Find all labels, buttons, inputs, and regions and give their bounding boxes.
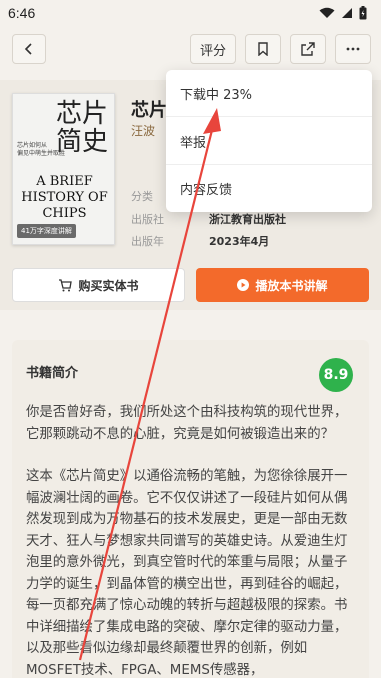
cover-en-title-2: HISTORY OF bbox=[21, 190, 108, 205]
more-dots-icon bbox=[346, 47, 360, 51]
buy-label: 购买实体书 bbox=[78, 278, 139, 293]
more-dropdown-menu: 下载中 23% 举报 内容反馈 bbox=[166, 70, 372, 212]
play-label: 播放本书讲解 bbox=[255, 278, 328, 293]
bookmark-button[interactable] bbox=[245, 34, 281, 64]
rate-button[interactable]: 评分 bbox=[190, 34, 236, 64]
play-icon bbox=[237, 279, 250, 291]
book-summary-card: 书籍简介 8.9 你是否曾好奇，我们所处这个由科技构筑的现代世界，它那颗跳动不息… bbox=[12, 340, 369, 678]
menu-item-feedback[interactable]: 内容反馈 bbox=[180, 179, 232, 198]
cover-cn-title-line1: 芯片 bbox=[55, 99, 108, 129]
top-toolbar: 评分 bbox=[0, 34, 381, 68]
back-button[interactable] bbox=[12, 34, 46, 64]
play-explanation-button[interactable]: 播放本书讲解 bbox=[196, 268, 369, 302]
cover-en-title-3: CHIPS bbox=[42, 206, 87, 221]
cover-cn-subtitle-2: 偏见中萌生并取胜 bbox=[17, 150, 66, 157]
cover-badge: 41万字深度讲解 bbox=[17, 224, 76, 238]
book-title: 芯片 bbox=[131, 100, 167, 121]
meta-row-year: 出版年 2023年4月 bbox=[131, 233, 269, 249]
meta-row-publisher: 出版社 浙江教育出版社 bbox=[131, 211, 286, 227]
status-bar: 6:46 bbox=[0, 0, 381, 26]
book-cover[interactable]: 芯片 简史 芯片如何从 偏见中萌生并取胜 A BRIEF HISTORY OF … bbox=[12, 93, 115, 245]
meta-key: 出版年 bbox=[131, 235, 164, 248]
menu-divider bbox=[166, 116, 372, 117]
status-icons bbox=[319, 6, 367, 20]
wifi-icon bbox=[319, 7, 335, 18]
share-icon bbox=[301, 42, 315, 56]
cover-en-title-1: A BRIEF bbox=[36, 174, 93, 189]
chevron-left-icon bbox=[24, 43, 32, 55]
more-button[interactable] bbox=[335, 34, 371, 64]
menu-item-report[interactable]: 举报 bbox=[180, 132, 206, 151]
menu-divider bbox=[166, 164, 372, 165]
battery-icon bbox=[359, 6, 367, 20]
cover-en-title: A BRIEF HISTORY OF CHIPS bbox=[15, 174, 114, 222]
summary-title: 书籍简介 bbox=[26, 366, 79, 381]
cover-cn-subtitle: 芯片如何从 偏见中萌生并取胜 bbox=[17, 142, 65, 158]
cover-cn-subtitle-1: 芯片如何从 bbox=[17, 142, 48, 149]
summary-paragraph-2: 这本《芯片简史》以通俗流畅的笔触，为您徐徐展开一幅波澜壮阔的画卷。它不仅仅讲述了… bbox=[26, 469, 348, 678]
cart-icon bbox=[59, 278, 73, 291]
share-button[interactable] bbox=[290, 34, 326, 64]
signal-icon bbox=[342, 8, 352, 18]
status-time: 6:46 bbox=[8, 5, 36, 21]
meta-key: 出版社 bbox=[131, 213, 164, 226]
summary-paragraph-1: 你是否曾好奇，我们所处这个由科技构筑的现代世界，它那颗跳动不息的心脏，究竟是如何… bbox=[26, 405, 348, 442]
book-author[interactable]: 汪波 bbox=[131, 122, 155, 139]
score-badge: 8.9 bbox=[319, 358, 353, 392]
buy-physical-book-button[interactable]: 购买实体书 bbox=[12, 268, 185, 302]
meta-value: 2023年4月 bbox=[209, 235, 270, 248]
meta-value: 浙江教育出版社 bbox=[209, 213, 286, 226]
bookmark-icon bbox=[258, 42, 268, 56]
menu-item-download-progress[interactable]: 下载中 23% bbox=[180, 84, 252, 103]
